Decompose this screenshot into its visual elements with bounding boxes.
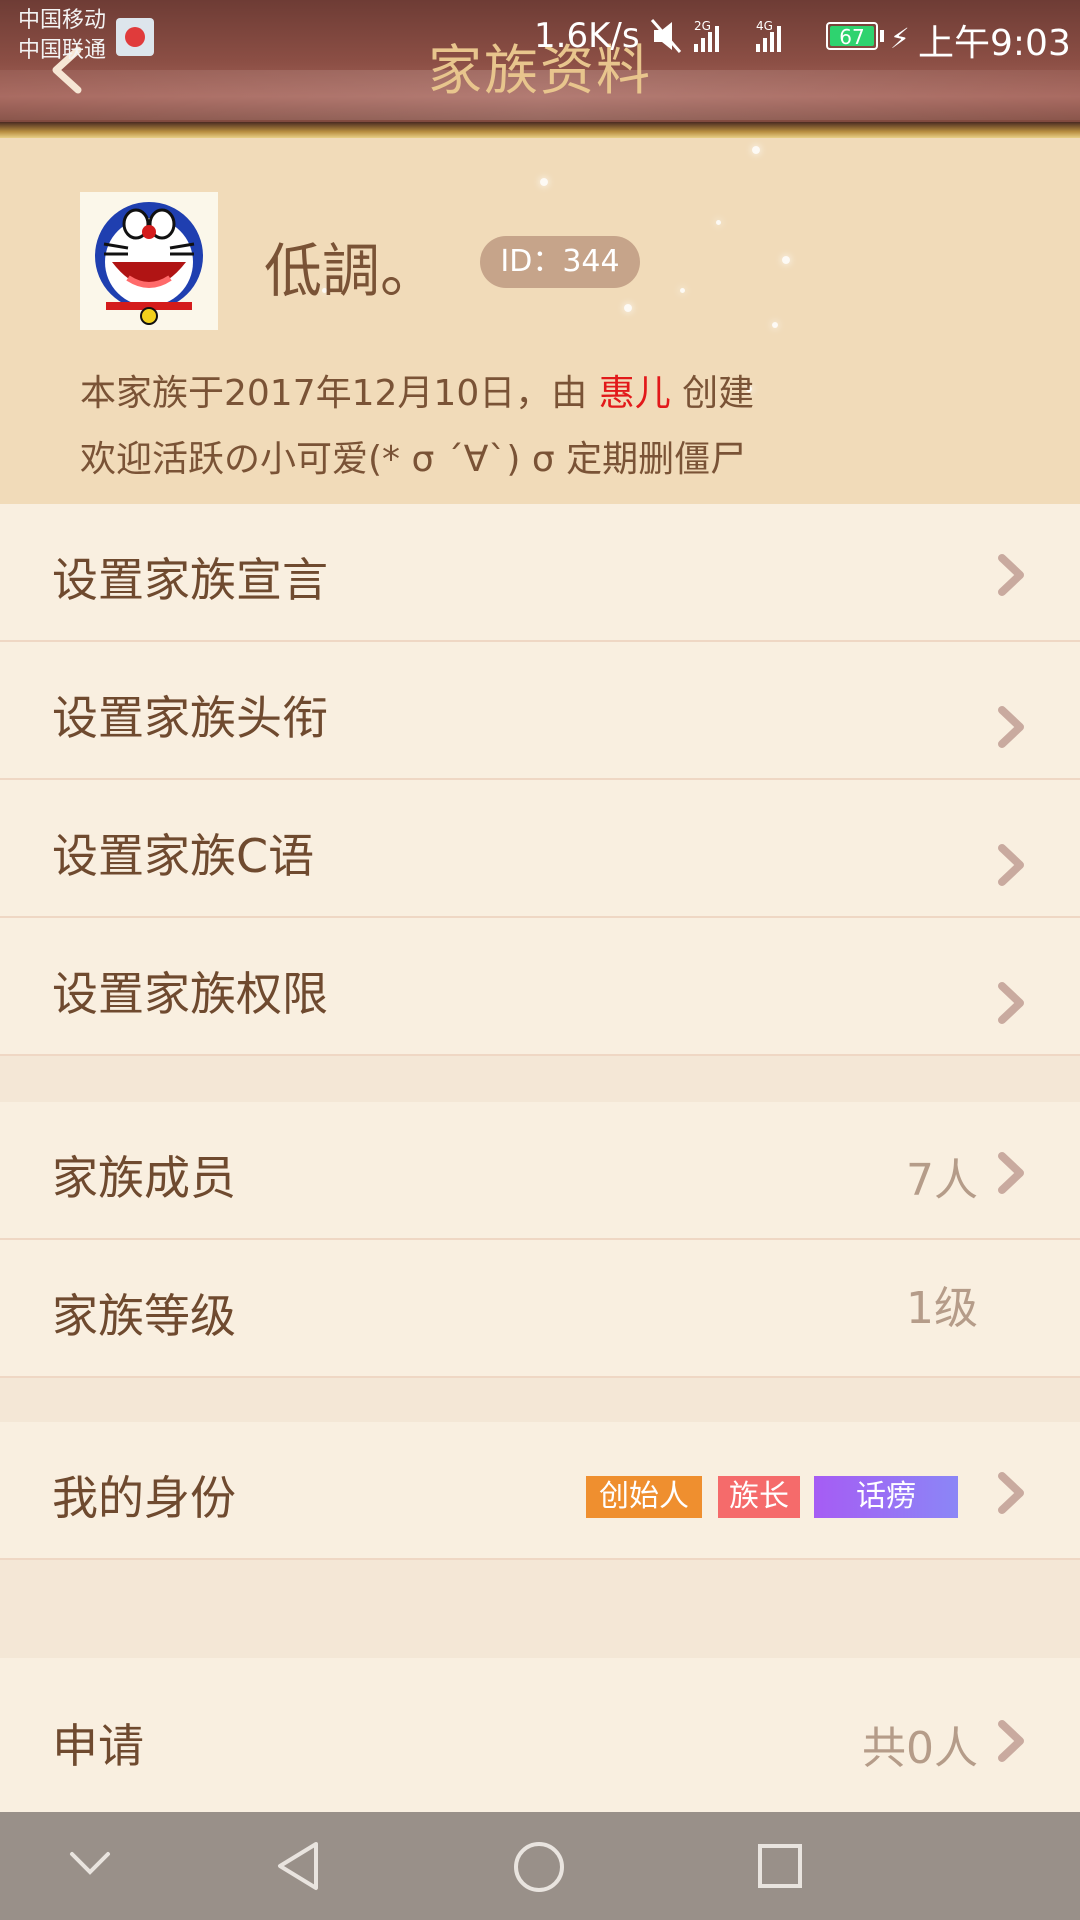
row-set-permissions[interactable]: 设置家族权限 xyxy=(0,918,1080,1056)
chevron-right-icon xyxy=(998,1720,1024,1762)
sparkle xyxy=(716,220,721,225)
sparkle xyxy=(680,288,685,293)
network-2: 4G xyxy=(756,19,773,33)
family-id-badge: ID：344 xyxy=(480,236,640,288)
mute-icon xyxy=(650,19,682,53)
sparkle xyxy=(624,304,632,312)
created-prefix: 本家族于2017年12月10日，由 xyxy=(80,373,599,414)
circle-home-icon[interactable] xyxy=(512,1840,566,1894)
chevron-right-icon xyxy=(998,706,1024,748)
family-level-value: 1级 xyxy=(906,1283,978,1334)
family-avatar[interactable] xyxy=(80,192,218,330)
battery-icon: 67 xyxy=(826,22,878,50)
members-count: 7人 xyxy=(906,1155,978,1206)
chevron-right-icon xyxy=(998,554,1024,596)
network-1: 2G xyxy=(694,19,711,33)
row-my-identity[interactable]: 我的身份 创始人 族长 话痨 xyxy=(0,1422,1080,1560)
chevron-right-icon xyxy=(998,982,1024,1024)
carrier-2: 中国联通 xyxy=(18,38,107,63)
system-nav-bar xyxy=(0,1812,1080,1920)
applications-count: 共0人 xyxy=(862,1723,978,1774)
sparkle xyxy=(752,146,760,154)
signal-icons: 2G 4G xyxy=(650,19,781,53)
charging-icon: ⚡ xyxy=(890,22,910,55)
row-applications[interactable]: 申请 共0人 xyxy=(0,1658,1080,1812)
row-set-declaration[interactable]: 设置家族宣言 xyxy=(0,504,1080,642)
row-family-level: 家族等级 1级 xyxy=(0,1240,1080,1378)
chevron-right-icon xyxy=(998,1152,1024,1194)
battery-level: 67 xyxy=(830,26,874,48)
creator-name[interactable]: 惠儿 xyxy=(599,373,671,414)
carrier-labels: 中国移动 中国联通 xyxy=(18,6,106,66)
row-family-members[interactable]: 家族成员 7人 xyxy=(0,1102,1080,1240)
sparkle xyxy=(782,256,790,264)
created-suffix: 创建 xyxy=(670,373,755,414)
carrier-1: 中国移动 xyxy=(18,8,107,33)
chevron-right-icon xyxy=(998,1472,1024,1514)
row-label: 我的身份 xyxy=(52,1471,236,1525)
sparkle xyxy=(540,178,548,186)
row-label: 申请 xyxy=(52,1719,144,1773)
app-notification-icon xyxy=(116,18,154,56)
net-speed: 1.6K/s xyxy=(534,16,640,56)
row-label: 家族成员 xyxy=(52,1151,236,1205)
family-name: 低調。 xyxy=(264,237,439,305)
family-motto: 欢迎活跃の小可爱(* σ ´∀`) σ 定期删僵尸 xyxy=(80,439,747,480)
clock: 上午9:03 xyxy=(918,23,1071,64)
status-bar: 中国移动 中国联通 1.6K/s 2G 4G 67 ⚡ 上午9:03 xyxy=(0,0,1080,70)
chevron-right-icon xyxy=(998,844,1024,886)
created-info: 本家族于2017年12月10日，由 惠儿 创建 xyxy=(80,364,754,416)
row-set-title[interactable]: 设置家族头衔 xyxy=(0,642,1080,780)
row-label: 设置家族权限 xyxy=(52,967,328,1021)
chevron-down-icon[interactable] xyxy=(68,1848,112,1878)
triangle-back-icon[interactable] xyxy=(274,1840,322,1892)
tag-leader: 族长 xyxy=(718,1476,800,1518)
row-label: 设置家族宣言 xyxy=(52,553,328,607)
tag-chatter: 话痨 xyxy=(814,1476,958,1518)
row-set-c-language[interactable]: 设置家族C语 xyxy=(0,780,1080,918)
sparkle xyxy=(772,322,778,328)
row-label: 设置家族C语 xyxy=(52,829,315,883)
header-border xyxy=(0,122,1080,138)
square-recent-icon[interactable] xyxy=(756,1842,804,1890)
tag-founder: 创始人 xyxy=(586,1476,702,1518)
row-label: 家族等级 xyxy=(52,1289,236,1343)
family-profile: 低調。 ID：344 本家族于2017年12月10日，由 惠儿 创建 欢迎活跃の… xyxy=(0,138,1080,504)
battery-cap xyxy=(880,30,884,42)
row-label: 设置家族头衔 xyxy=(52,691,328,745)
